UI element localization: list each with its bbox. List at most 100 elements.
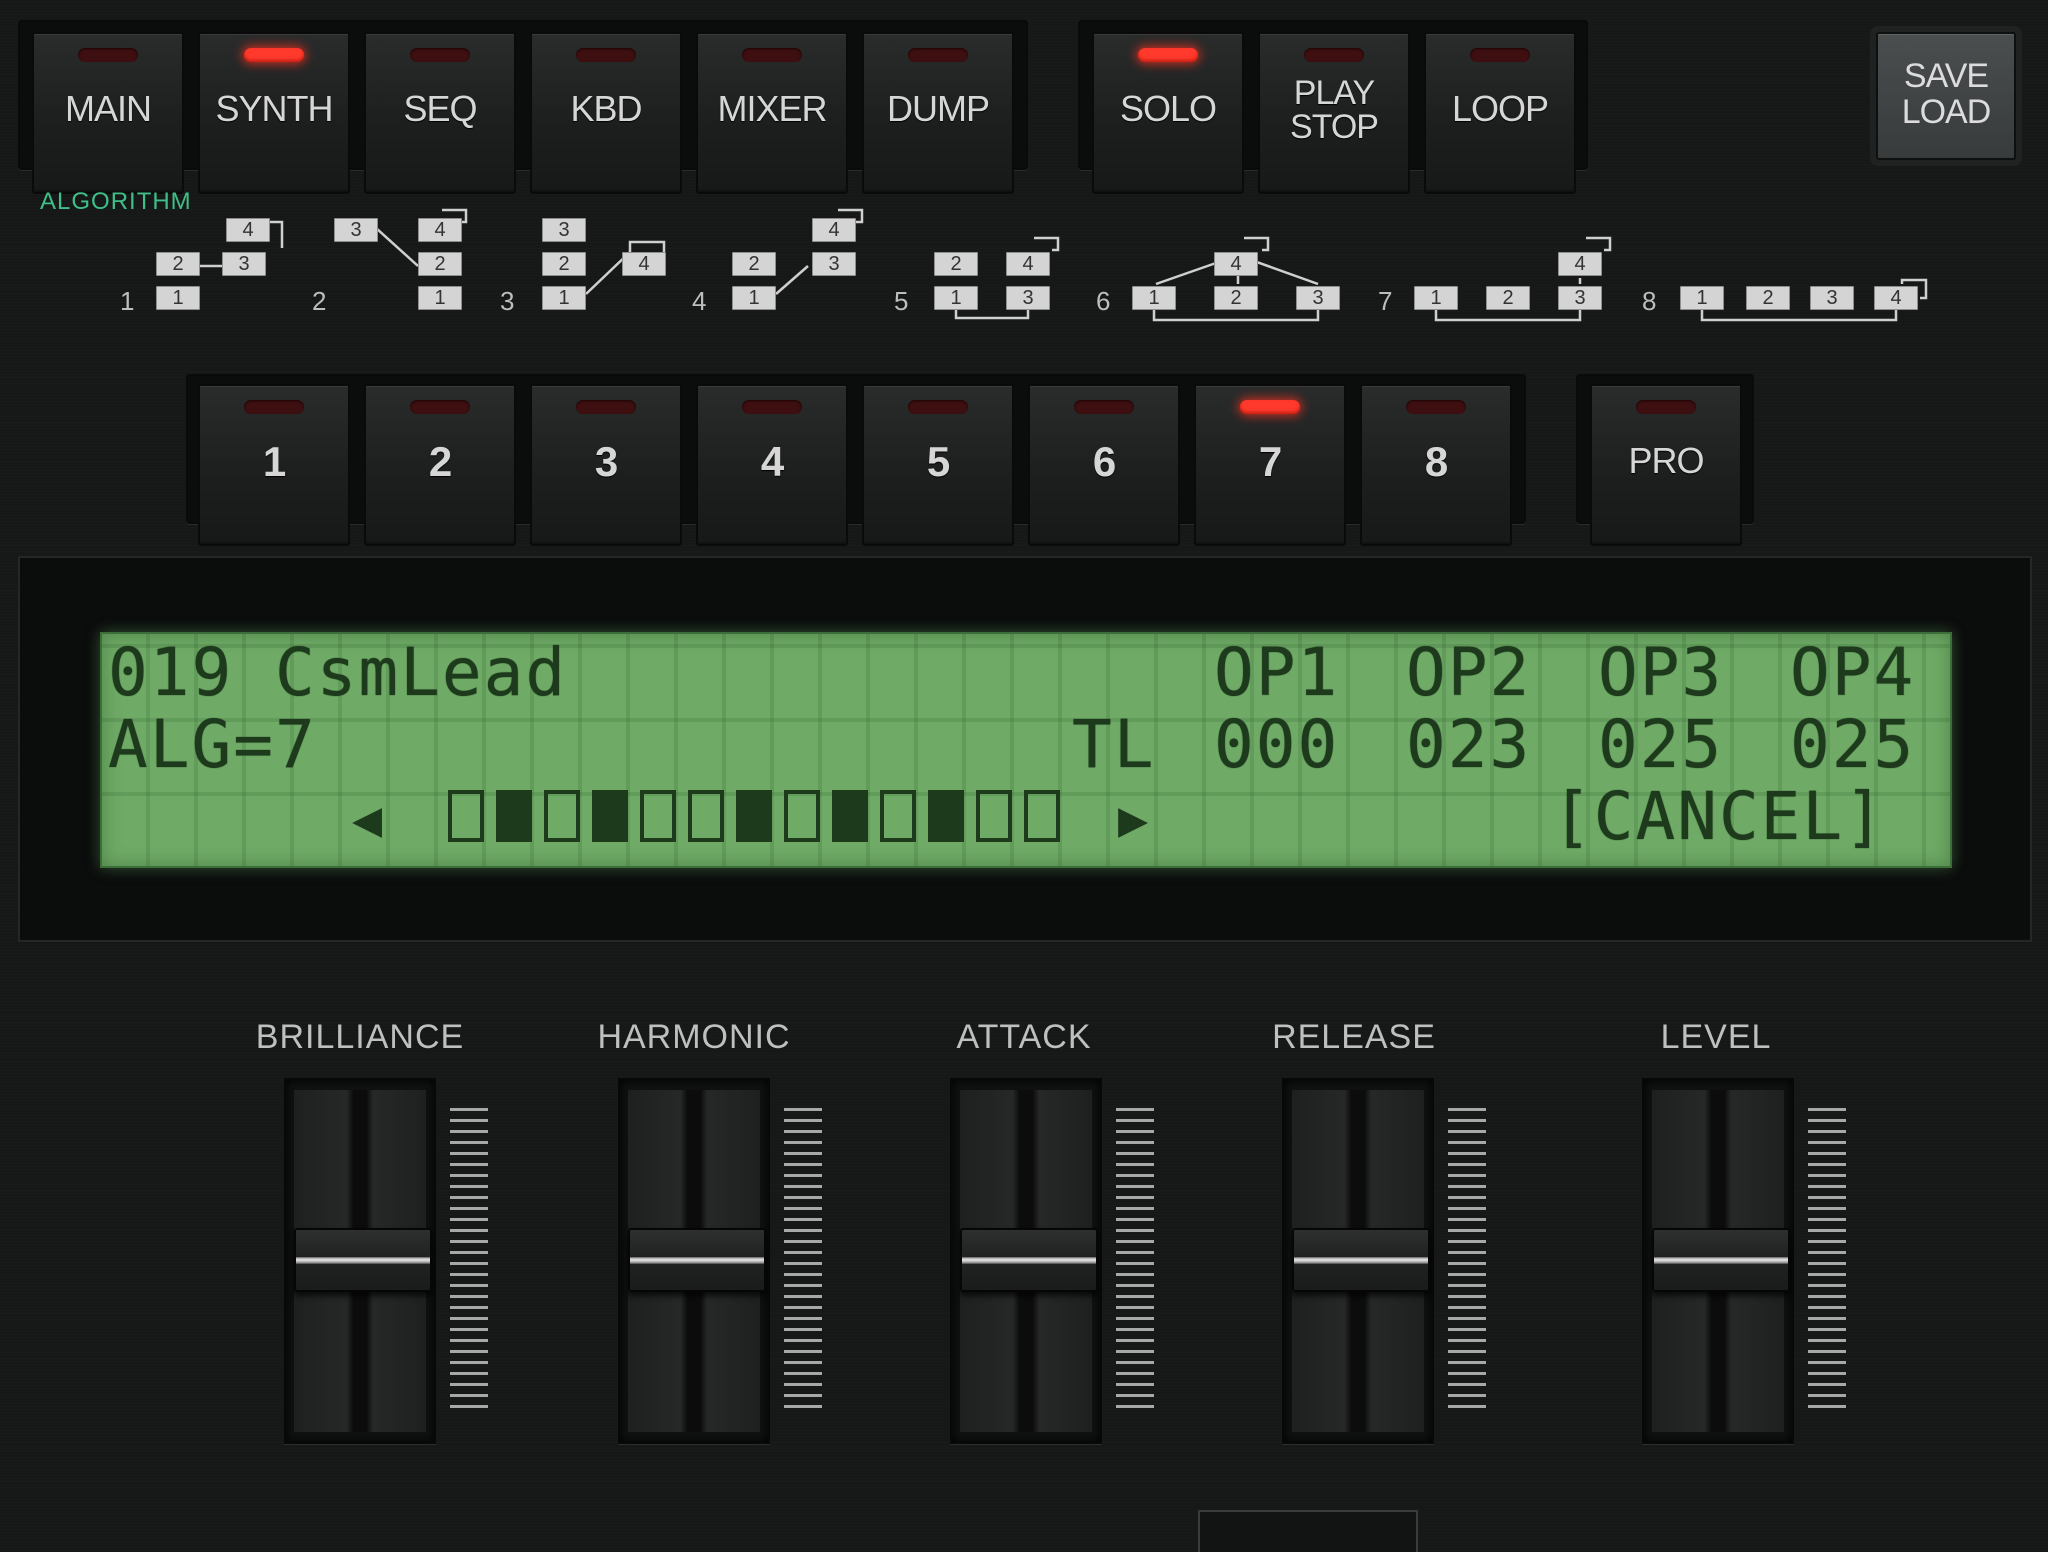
alg7-op1: 1	[1414, 286, 1458, 310]
algorithm-button-4[interactable]: 4	[696, 384, 848, 546]
algorithm-button-1-label: 1	[262, 438, 286, 485]
algorithm-number-1[interactable]: 1	[120, 286, 134, 317]
lcd-tl-op3: 025	[1598, 706, 1724, 783]
algorithm-number-6[interactable]: 6	[1096, 286, 1110, 317]
lcd-tl-op4: 025	[1790, 706, 1916, 783]
tab-synth-label: SYNTH	[215, 88, 333, 129]
tab-kbd[interactable]: KBD	[530, 32, 682, 194]
alg4-op4: 4	[812, 218, 856, 242]
alg5-op3: 3	[1006, 286, 1050, 310]
algorithm-button-7-label: 7	[1258, 438, 1282, 485]
tab-mixer[interactable]: MIXER	[696, 32, 848, 194]
alg2-op1: 1	[418, 286, 462, 310]
lcd-block	[880, 790, 916, 842]
tab-synth[interactable]: SYNTH	[198, 32, 350, 194]
pro-led	[1636, 400, 1696, 414]
alg3-op4: 4	[622, 252, 666, 276]
tab-seq[interactable]: SEQ	[364, 32, 516, 194]
fader-label-harmonic: HARMONIC	[597, 1018, 791, 1056]
lcd-block	[1024, 790, 1060, 842]
algorithm-button-5[interactable]: 5	[862, 384, 1014, 546]
fader-track-brilliance[interactable]	[284, 1078, 436, 1444]
algorithm-button-8[interactable]: 8	[1360, 384, 1512, 546]
fader-track-level[interactable]	[1642, 1078, 1794, 1444]
fader-scale-brilliance	[450, 1108, 488, 1408]
solo-led	[1138, 48, 1198, 62]
algorithm-button-7-led	[1240, 400, 1300, 414]
save-label: SAVE	[1903, 57, 1989, 95]
tab-main[interactable]: MAIN	[32, 32, 184, 194]
tab-kbd-label: KBD	[570, 88, 642, 129]
algorithm-button-1[interactable]: 1	[198, 384, 350, 546]
alg3-op1: 1	[542, 286, 586, 310]
fader-knob-harmonic[interactable]	[628, 1228, 766, 1292]
loop-button[interactable]: LOOP	[1424, 32, 1576, 194]
algorithm-number-2[interactable]: 2	[312, 286, 326, 317]
alg5-op4: 4	[1006, 252, 1050, 276]
play-stop-led	[1304, 48, 1364, 62]
algorithm-button-1-led	[244, 400, 304, 414]
lcd-tl-op1: 000	[1214, 706, 1340, 783]
algorithm-button-4-label: 4	[760, 438, 784, 485]
play-stop-button[interactable]: PLAY STOP	[1258, 32, 1410, 194]
lcd-algorithm-value: ALG=7	[108, 706, 317, 783]
alg8-op2: 2	[1746, 286, 1790, 310]
lcd-op4-header: OP4	[1790, 634, 1916, 711]
lcd-block	[544, 790, 580, 842]
tab-dump[interactable]: DUMP	[862, 32, 1014, 194]
tab-seq-led	[410, 48, 470, 62]
lcd-block	[640, 790, 676, 842]
alg6-op2: 2	[1214, 286, 1258, 310]
algorithm-number-4[interactable]: 4	[692, 286, 706, 317]
fader-track-attack[interactable]	[950, 1078, 1102, 1444]
alg1-op4: 4	[226, 218, 270, 242]
fader-knob-level[interactable]	[1652, 1228, 1790, 1292]
lcd-block	[928, 790, 964, 842]
algorithm-button-6-label: 6	[1092, 438, 1116, 485]
algorithm-button-5-label: 5	[926, 438, 950, 485]
algorithm-button-7[interactable]: 7	[1194, 384, 1346, 546]
lcd-op2-header: OP2	[1406, 634, 1532, 711]
bottom-drawer-handle[interactable]	[1198, 1510, 1418, 1552]
lcd-patch-name: 019 CsmLead	[108, 634, 568, 711]
algorithm-button-2[interactable]: 2	[364, 384, 516, 546]
tab-kbd-led	[576, 48, 636, 62]
lcd-op3-header: OP3	[1598, 634, 1724, 711]
pro-button[interactable]: PRO	[1590, 384, 1742, 546]
algorithm-button-3[interactable]: 3	[530, 384, 682, 546]
algorithm-button-6[interactable]: 6	[1028, 384, 1180, 546]
algorithm-number-8[interactable]: 8	[1642, 286, 1656, 317]
pro-label: PRO	[1628, 440, 1704, 481]
play-label: PLAY	[1293, 74, 1375, 112]
fader-knob-attack[interactable]	[960, 1228, 1098, 1292]
algorithm-number-5[interactable]: 5	[894, 286, 908, 317]
lcd-cancel[interactable]: [CANCEL]	[1552, 784, 1886, 850]
save-load-button[interactable]: SAVE LOAD	[1876, 32, 2016, 160]
fader-track-harmonic[interactable]	[618, 1078, 770, 1444]
fader-track-release[interactable]	[1282, 1078, 1434, 1444]
lcd-block	[784, 790, 820, 842]
lcd-arrow-left[interactable]: ◀	[352, 786, 382, 852]
lcd-arrow-right[interactable]: ▶	[1118, 786, 1148, 852]
stop-label: STOP	[1290, 108, 1379, 146]
tab-synth-led	[244, 48, 304, 62]
alg3-op2: 2	[542, 252, 586, 276]
tab-seq-label: SEQ	[403, 88, 477, 129]
load-label: LOAD	[1901, 93, 1992, 131]
alg2-op4: 4	[418, 218, 462, 242]
fader-label-attack: ATTACK	[956, 1018, 1092, 1056]
lcd-block	[592, 790, 628, 842]
solo-button[interactable]: SOLO	[1092, 32, 1244, 194]
lcd-block	[976, 790, 1012, 842]
alg1-op3: 3	[222, 252, 266, 276]
fader-scale-release	[1448, 1108, 1486, 1408]
tab-dump-led	[908, 48, 968, 62]
lcd-block	[688, 790, 724, 842]
fader-knob-brilliance[interactable]	[294, 1228, 432, 1292]
solo-label: SOLO	[1119, 88, 1217, 129]
algorithm-number-7[interactable]: 7	[1378, 286, 1392, 317]
tab-mixer-label: MIXER	[717, 88, 827, 129]
fader-knob-release[interactable]	[1292, 1228, 1430, 1292]
algorithm-button-4-led	[742, 400, 802, 414]
algorithm-number-3[interactable]: 3	[500, 286, 514, 317]
